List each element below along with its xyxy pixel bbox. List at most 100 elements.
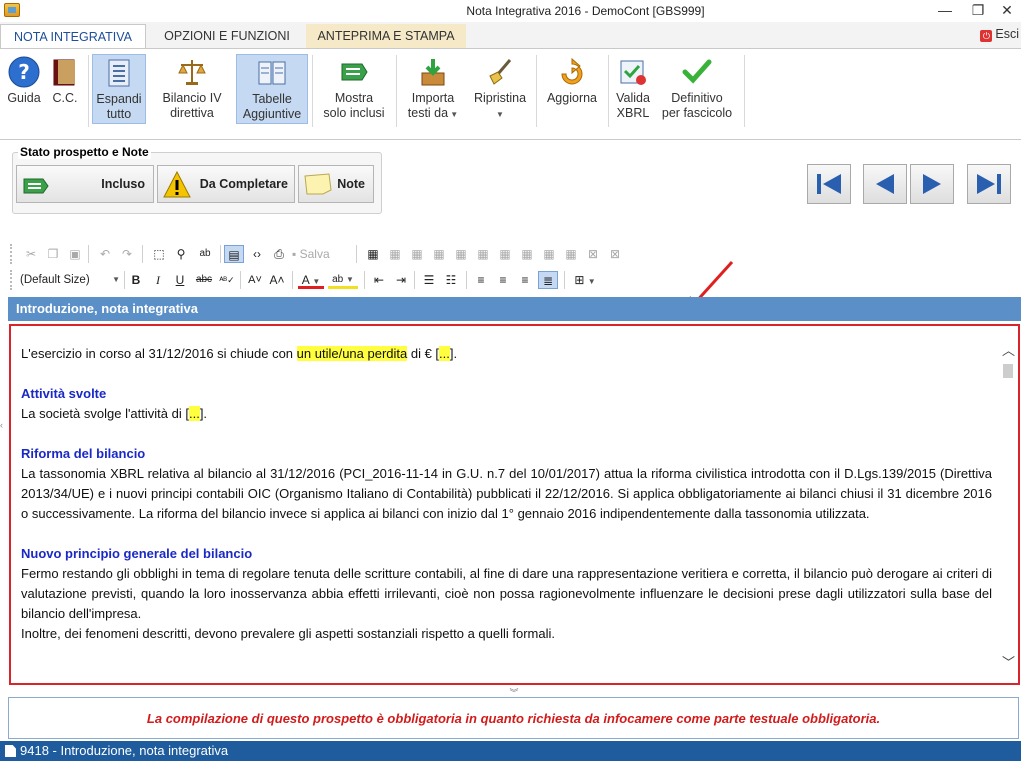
paste-icon[interactable]: ▣	[66, 245, 84, 263]
insert-column-right-icon[interactable]: ▦	[474, 245, 492, 263]
valida-label-1: Valida	[616, 91, 650, 105]
insert-row-above-icon[interactable]: ▦	[408, 245, 426, 263]
align-justify-icon[interactable]: ≣	[538, 271, 558, 289]
tabelle-aggiuntive-button[interactable]: Tabelle Aggiuntive	[236, 54, 308, 124]
rich-text-editor[interactable]: L'esercizio in corso al 31/12/2016 si ch…	[9, 324, 1020, 685]
paragraph: La tassonomia XBRL relativa al bilancio …	[21, 466, 992, 521]
incluso-label: Incluso	[101, 177, 145, 191]
definitivo-fascicolo-button[interactable]: Definitivo per fascicolo	[656, 54, 738, 124]
save-icon: ▪	[292, 247, 300, 261]
font-color-button[interactable]: A ▼	[298, 271, 324, 289]
bullet-list-icon[interactable]: ☰	[420, 271, 438, 289]
insert-row-below-icon[interactable]: ▦	[430, 245, 448, 263]
importa-testi-button[interactable]: Importa testi da ▼	[402, 54, 464, 124]
toolbar-separator	[564, 271, 565, 289]
scales-icon	[176, 56, 208, 88]
align-right-icon[interactable]: ≡	[516, 271, 534, 289]
left-collapse-grip[interactable]: ‹	[0, 420, 3, 430]
delete-column-icon[interactable]: ▦	[518, 245, 536, 263]
status-bar: 9418 - Introduzione, nota integrativa	[0, 741, 1021, 761]
svg-text:?: ?	[18, 60, 30, 84]
dropdown-caret-icon: ▼	[345, 275, 354, 284]
power-icon: ⏻	[980, 30, 993, 42]
copy-icon[interactable]: ❐	[44, 245, 62, 263]
toolbar-separator	[240, 271, 241, 289]
tab-anteprima-stampa[interactable]: ANTEPRIMA E STAMPA	[306, 24, 466, 48]
book-icon	[49, 56, 81, 88]
tab-opzioni-funzioni[interactable]: OPZIONI E FUNZIONI	[148, 24, 306, 48]
mostra-solo-inclusi-button[interactable]: Mostra solo inclusi	[318, 54, 390, 124]
undo-icon[interactable]: ↶	[96, 245, 114, 263]
increase-font-icon[interactable]: A˄	[268, 271, 286, 289]
editor-toolbar-2: (Default Size) ▼ B I U abc ᴬᴮ✓ A˅ A˄ A ▼ …	[8, 268, 1013, 292]
first-record-button[interactable]	[807, 164, 851, 204]
highlighted-text: un utile/una perdita	[296, 346, 408, 361]
bilancio-iv-direttiva-button[interactable]: Bilancio IV direttiva	[154, 54, 230, 124]
borders-button[interactable]: ⊞ ▼	[570, 271, 600, 289]
highlight-color-button[interactable]: ab ▼	[328, 271, 358, 289]
indent-icon[interactable]: ⇥	[392, 271, 410, 289]
cell-properties-icon[interactable]: ⊠	[606, 245, 624, 263]
valida-label-2: XBRL	[616, 106, 650, 120]
replace-icon[interactable]: ab	[194, 245, 216, 263]
heading-attivita: Attività svolte	[21, 386, 107, 401]
scroll-down-icon[interactable]: ﹀	[1002, 652, 1015, 671]
document-body[interactable]: L'esercizio in corso al 31/12/2016 si ch…	[21, 344, 992, 644]
splitter-grip-icon[interactable]: ︾	[505, 686, 523, 698]
bold-button[interactable]: B	[128, 271, 144, 289]
last-record-button[interactable]	[967, 164, 1011, 204]
cc-button[interactable]: C.C.	[46, 54, 84, 124]
paragraph: L'esercizio in corso al 31/12/2016 si ch…	[21, 344, 992, 364]
delete-row-icon[interactable]: ▦	[496, 245, 514, 263]
numbered-list-icon[interactable]: ☷	[442, 271, 460, 289]
strikethrough-button[interactable]: abc	[194, 271, 214, 289]
outdent-icon[interactable]: ⇤	[370, 271, 388, 289]
font-size-select[interactable]: (Default Size) ▼	[20, 270, 120, 290]
table-properties-icon[interactable]: ▦	[386, 245, 404, 263]
highlighted-text: ...	[188, 406, 200, 421]
close-button[interactable]: ✕	[992, 0, 1021, 22]
note-button[interactable]: Note	[298, 165, 374, 203]
separator	[88, 55, 89, 127]
da-completare-button[interactable]: Da Completare	[157, 165, 295, 203]
minimize-button[interactable]: —	[930, 0, 960, 22]
ribbon-tabs: NOTA INTEGRATIVA OPZIONI E FUNZIONI ANTE…	[0, 22, 1021, 48]
underline-button[interactable]: U	[172, 271, 188, 289]
scroll-thumb[interactable]	[1003, 364, 1013, 378]
restore-button[interactable]: ❐	[963, 0, 993, 22]
scroll-up-icon[interactable]: ︿	[1002, 340, 1015, 359]
redo-icon[interactable]: ↷	[118, 245, 136, 263]
align-left-icon[interactable]: ≡	[472, 271, 490, 289]
split-cells-icon[interactable]: ▦	[562, 245, 580, 263]
tab-nota-integrativa[interactable]: NOTA INTEGRATIVA	[0, 24, 146, 48]
exit-button[interactable]: ⏻ Esci	[980, 27, 1019, 42]
ripristina-button[interactable]: Ripristina ▼	[468, 54, 532, 124]
select-all-icon[interactable]: ⬚	[150, 245, 168, 263]
find-icon[interactable]: ⚲	[172, 245, 190, 263]
incluso-button[interactable]: Incluso	[16, 165, 154, 203]
design-view-icon[interactable]: ▤	[224, 245, 244, 263]
save-button[interactable]: ▪ Salva	[292, 245, 348, 263]
align-center-icon[interactable]: ≡	[494, 271, 512, 289]
spellcheck-icon[interactable]: ᴬᴮ✓	[218, 271, 236, 289]
decrease-font-icon[interactable]: A˅	[246, 271, 264, 289]
valida-xbrl-button[interactable]: Valida XBRL	[612, 54, 654, 124]
html-view-icon[interactable]: ‹›	[248, 245, 266, 263]
preview-icon[interactable]: ⎙	[270, 245, 288, 263]
delete-table-icon[interactable]: ⊠	[584, 245, 602, 263]
text-run: L'esercizio in corso al 31/12/2016 si ch…	[21, 346, 297, 361]
next-record-button[interactable]	[910, 164, 954, 204]
previous-record-button[interactable]	[863, 164, 907, 204]
insert-column-left-icon[interactable]: ▦	[452, 245, 470, 263]
italic-button[interactable]: I	[150, 271, 166, 289]
espandi-tutto-button[interactable]: Espandi tutto	[92, 54, 146, 124]
aggiorna-button[interactable]: Aggiorna	[540, 54, 604, 124]
toolbar-grip	[10, 244, 13, 264]
text-run: di € [	[407, 346, 440, 361]
cut-icon[interactable]: ✂	[22, 245, 40, 263]
guida-button[interactable]: ? Guida	[4, 54, 44, 124]
bilancio-label-2: direttiva	[170, 106, 214, 120]
insert-table-icon[interactable]: ▦	[364, 245, 382, 263]
merge-cells-icon[interactable]: ▦	[540, 245, 558, 263]
vertical-scrollbar[interactable]: ︿ ﹀	[1000, 340, 1016, 670]
